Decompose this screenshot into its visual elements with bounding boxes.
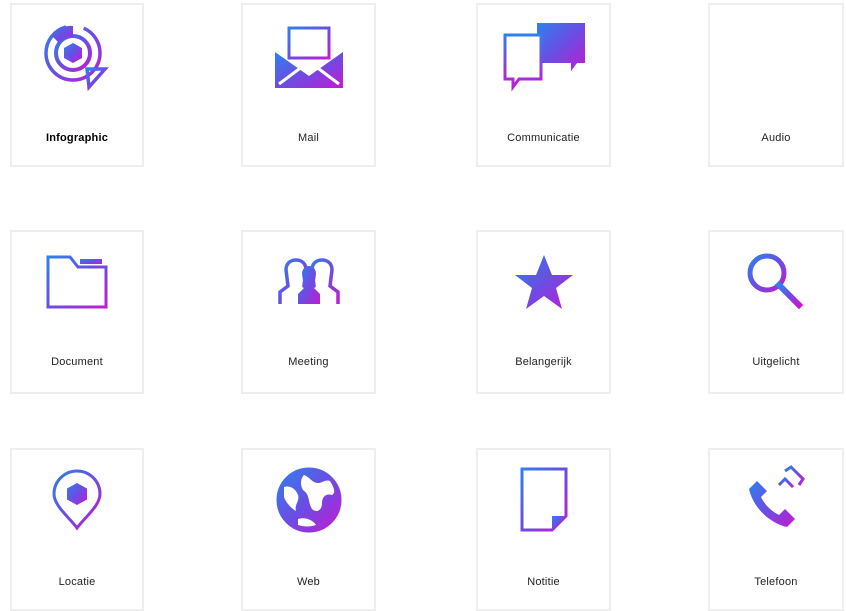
chat-icon bbox=[503, 21, 585, 93]
tile-label: Audio bbox=[761, 132, 791, 144]
tile-label: Telefoon bbox=[754, 576, 798, 588]
tile-telefoon[interactable]: Telefoon bbox=[708, 448, 844, 611]
tile-mail[interactable]: Mail bbox=[241, 3, 376, 167]
tile-label: Communicatie bbox=[507, 132, 580, 144]
folder-icon bbox=[42, 246, 112, 318]
tile-meeting[interactable]: Meeting bbox=[241, 230, 376, 394]
tile-belangerijk[interactable]: Belangerijk bbox=[476, 230, 611, 394]
tile-infographic[interactable]: Infographic bbox=[10, 3, 144, 167]
tile-label: Locatie bbox=[58, 576, 96, 588]
tile-uitgelicht[interactable]: Uitgelicht bbox=[708, 230, 844, 394]
tile-label: Document bbox=[51, 356, 103, 368]
tile-label: Notitie bbox=[527, 576, 560, 588]
infographic-icon bbox=[42, 21, 112, 93]
tile-label: Uitgelicht bbox=[752, 356, 800, 368]
tile-label: Infographic bbox=[45, 132, 109, 144]
magnifier-icon bbox=[741, 246, 811, 318]
star-icon bbox=[509, 246, 579, 318]
tile-document[interactable]: Document bbox=[10, 230, 144, 394]
tile-audio[interactable]: Audio bbox=[708, 3, 844, 167]
note-icon bbox=[509, 464, 579, 536]
tile-label: Mail bbox=[298, 132, 319, 144]
tile-locatie[interactable]: Locatie bbox=[10, 448, 144, 611]
tile-label: Meeting bbox=[288, 356, 329, 368]
people-icon bbox=[274, 246, 344, 318]
location-pin-icon bbox=[42, 464, 112, 536]
tile-communicatie[interactable]: Communicatie bbox=[476, 3, 611, 167]
audio-wave-icon bbox=[741, 21, 811, 93]
tile-label: Belangerijk bbox=[515, 356, 572, 368]
tile-notitie[interactable]: Notitie bbox=[476, 448, 611, 611]
tile-web[interactable]: Web bbox=[241, 448, 376, 611]
mail-icon bbox=[274, 21, 344, 93]
phone-icon bbox=[741, 464, 811, 536]
globe-icon bbox=[274, 464, 344, 536]
tile-label: Web bbox=[296, 576, 321, 588]
